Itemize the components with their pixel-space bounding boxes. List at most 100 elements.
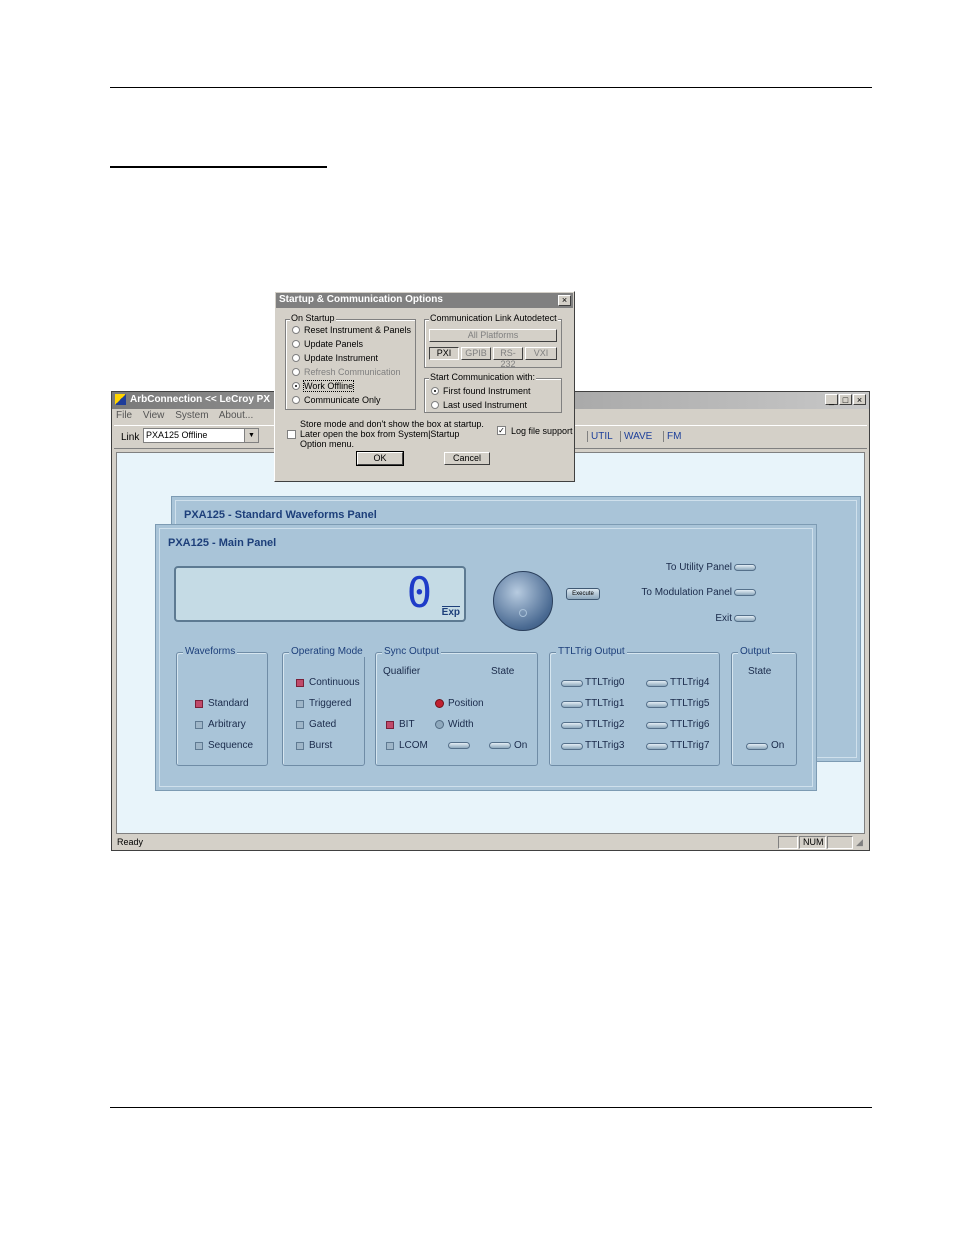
- ttltrig6-button[interactable]: [646, 722, 668, 729]
- window-title: ArbConnection << LeCroy PX: [130, 394, 271, 405]
- client-area: PXA125 - Standard Waveforms Panel PXA125…: [116, 452, 865, 834]
- group-label: Operating Mode: [289, 646, 365, 657]
- radio-circle: [292, 340, 300, 348]
- dialog-close-button[interactable]: ×: [558, 295, 571, 306]
- on-startup-group: On Startup Reset Instrument & Panels Upd…: [285, 313, 416, 410]
- update-instrument-option[interactable]: Update Instrument: [292, 353, 378, 363]
- standard-indicator[interactable]: [195, 700, 203, 708]
- continuous-label: Continuous: [309, 677, 360, 688]
- radio-circle: [431, 401, 439, 409]
- ttltrig0-button[interactable]: [561, 680, 583, 687]
- state-label: State: [491, 666, 515, 677]
- ttltrig0-label: TTLTrig0: [585, 677, 625, 688]
- group-label: Communication Link Autodetect: [429, 313, 558, 323]
- status-pane-scrl: [827, 836, 853, 849]
- exp-label: Exp: [441, 606, 460, 618]
- to-modulation-panel-label: To Modulation Panel: [641, 587, 732, 598]
- radio-circle: [292, 354, 300, 362]
- ttltrig3-button[interactable]: [561, 743, 583, 750]
- link-label: Link: [121, 432, 140, 443]
- link-select[interactable]: PXA125 Offline ▼: [143, 428, 259, 443]
- chevron-down-icon[interactable]: ▼: [244, 429, 258, 442]
- output-on-button[interactable]: [746, 743, 768, 750]
- to-modulation-panel-button[interactable]: [734, 589, 756, 596]
- dialog-title: Startup & Communication Options: [279, 294, 443, 305]
- dialog-titlebar: Startup & Communication Options ×: [276, 293, 573, 308]
- last-used-option[interactable]: Last used Instrument: [431, 400, 527, 410]
- log-file-label: Log file support: [511, 426, 573, 436]
- arbitrary-indicator[interactable]: [195, 721, 203, 729]
- menu-view[interactable]: View: [143, 410, 165, 421]
- start-communication-group: Start Communication with: First found In…: [424, 372, 562, 413]
- header-rule: [110, 87, 872, 88]
- ttltrig4-label: TTLTrig4: [670, 677, 710, 688]
- ttltrig7-button[interactable]: [646, 743, 668, 750]
- lcom-indicator[interactable]: [386, 742, 394, 750]
- menu-system[interactable]: System: [175, 410, 208, 421]
- tab-wave[interactable]: WAVE: [620, 431, 655, 442]
- group-label: Output: [738, 646, 773, 657]
- communicate-only-option[interactable]: Communicate Only: [292, 395, 381, 405]
- rotary-knob[interactable]: [493, 571, 553, 631]
- close-button[interactable]: ×: [853, 394, 866, 405]
- ttltrig4-button[interactable]: [646, 680, 668, 687]
- ttltrig-output-group: TTLTrig Output TTLTrig0 TTLTrig1 TTLTrig…: [549, 646, 720, 766]
- radio-circle: [292, 396, 300, 404]
- resize-grip-icon[interactable]: ◢: [856, 837, 863, 848]
- status-pane-empty: [778, 836, 798, 849]
- work-offline-option[interactable]: Work Offline: [292, 380, 355, 392]
- operating-mode-group: Operating Mode Continuous Triggered Gate…: [282, 646, 365, 766]
- update-panels-option[interactable]: Update Panels: [292, 339, 363, 349]
- log-file-checkbox[interactable]: ✓: [497, 426, 506, 435]
- reset-instrument-option[interactable]: Reset Instrument & Panels: [292, 325, 411, 335]
- option-label: First found Instrument: [443, 386, 531, 396]
- menu-about[interactable]: About...: [219, 410, 253, 421]
- option-label: Communicate Only: [304, 395, 381, 405]
- store-mode-label: Store mode and don't show the box at sta…: [300, 419, 484, 449]
- position-radio[interactable]: [435, 699, 444, 708]
- ttltrig5-button[interactable]: [646, 701, 668, 708]
- ttltrig3-label: TTLTrig3: [585, 740, 625, 751]
- ttltrig1-label: TTLTrig1: [585, 698, 625, 709]
- tab-util[interactable]: UTIL: [587, 431, 616, 442]
- menu-bar: File View System About...: [116, 410, 261, 424]
- group-label: On Startup: [290, 313, 336, 323]
- ttltrig5-label: TTLTrig5: [670, 698, 710, 709]
- burst-label: Burst: [309, 740, 333, 751]
- menu-file[interactable]: File: [116, 410, 132, 421]
- burst-indicator[interactable]: [296, 742, 304, 750]
- option-label: Update Panels: [304, 339, 364, 349]
- exit-button[interactable]: [734, 615, 756, 622]
- radio-circle: [292, 368, 300, 376]
- pxi-button[interactable]: PXI: [429, 347, 459, 360]
- autodetect-group: Communication Link Autodetect All Platfo…: [424, 313, 562, 369]
- sync-qualifier-button[interactable]: [448, 742, 470, 749]
- ok-button[interactable]: OK: [356, 451, 404, 466]
- maximize-button[interactable]: □: [839, 394, 852, 405]
- sync-state-button[interactable]: [489, 742, 511, 749]
- minimize-button[interactable]: _: [825, 394, 838, 405]
- ttltrig1-button[interactable]: [561, 701, 583, 708]
- group-label: Waveforms: [183, 646, 238, 657]
- store-mode-checkbox[interactable]: [287, 430, 296, 439]
- ttltrig7-label: TTLTrig7: [670, 740, 710, 751]
- tab-fm[interactable]: FM: [663, 431, 684, 442]
- bit-indicator[interactable]: [386, 721, 394, 729]
- arbitrary-label: Arbitrary: [208, 719, 246, 730]
- app-icon: [115, 394, 126, 405]
- to-utility-panel-button[interactable]: [734, 564, 756, 571]
- execute-button[interactable]: Execute: [566, 588, 600, 600]
- cancel-button[interactable]: Cancel: [444, 452, 490, 465]
- option-label: Update Instrument: [304, 353, 379, 363]
- standard-label: Standard: [208, 698, 249, 709]
- ttltrig2-button[interactable]: [561, 722, 583, 729]
- rs232-button: RS-232: [493, 347, 523, 369]
- sequence-indicator[interactable]: [195, 742, 203, 750]
- first-found-option[interactable]: First found Instrument: [431, 386, 531, 396]
- sequence-label: Sequence: [208, 740, 254, 751]
- waveforms-group: Waveforms Standard Arbitrary Sequence: [176, 646, 268, 766]
- gated-indicator[interactable]: [296, 721, 304, 729]
- triggered-indicator[interactable]: [296, 700, 304, 708]
- continuous-indicator[interactable]: [296, 679, 304, 687]
- width-radio[interactable]: [435, 720, 444, 729]
